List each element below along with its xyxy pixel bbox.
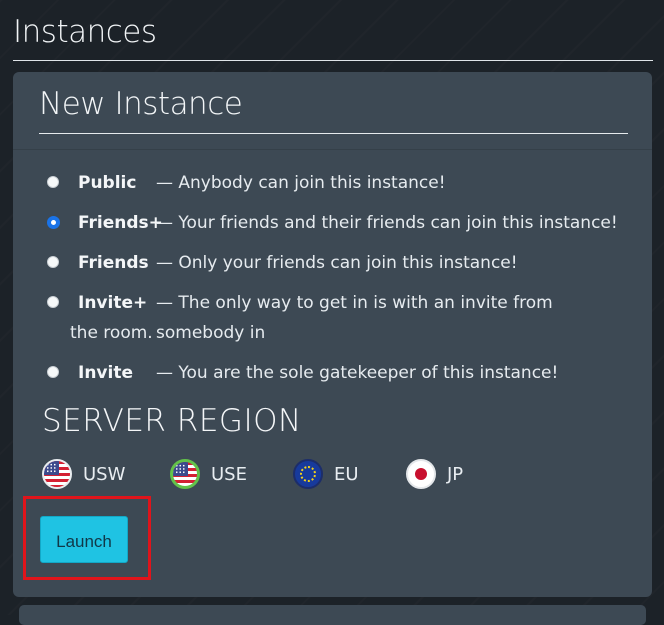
page-title: Instances <box>13 14 157 50</box>
radio-friends[interactable] <box>47 256 59 268</box>
region-label: JP <box>447 463 464 485</box>
option-description: — You are the sole gatekeeper of this in… <box>156 363 559 383</box>
panel-heading-divider <box>39 133 628 134</box>
eu-flag-icon[interactable] <box>293 459 323 489</box>
server-region-heading: SERVER REGION <box>42 403 302 439</box>
jp-flag-icon[interactable] <box>406 459 436 489</box>
radio-friends-plus[interactable] <box>47 216 60 229</box>
radio-public[interactable] <box>47 176 59 188</box>
next-panel-edge <box>19 605 646 625</box>
option-description: — Anybody can join this instance! <box>156 173 446 193</box>
radio-invite-plus[interactable] <box>47 296 59 308</box>
option-description: — The only way to get in is with an invi… <box>156 293 553 343</box>
us-flag-icon[interactable] <box>170 459 200 489</box>
option-label: Invite <box>78 363 133 383</box>
option-description-continued: the room. <box>70 323 153 343</box>
option-description: — Your friends and their friends can joi… <box>156 213 618 233</box>
region-label: USE <box>211 463 247 485</box>
option-label: Invite+ <box>78 293 148 313</box>
title-divider <box>13 60 653 61</box>
region-label: USW <box>83 463 126 485</box>
option-description: — Only your friends can join this instan… <box>156 253 518 273</box>
region-eu[interactable]: EU <box>293 458 359 490</box>
panel-heading: New Instance <box>39 86 243 122</box>
radio-invite[interactable] <box>47 366 59 378</box>
option-invite-plus[interactable]: Invite+ — The only way to get in is with… <box>47 288 637 348</box>
launch-highlight-box <box>23 496 151 580</box>
region-usw[interactable]: USW <box>42 458 125 490</box>
panel-section-divider <box>13 149 652 150</box>
region-jp[interactable]: JP <box>406 458 463 490</box>
us-flag-icon[interactable] <box>42 459 72 489</box>
option-label: Friends+ <box>78 213 163 233</box>
option-label: Friends <box>78 253 149 273</box>
region-label: EU <box>334 463 359 485</box>
region-use[interactable]: USE <box>170 458 247 490</box>
option-label: Public <box>78 173 137 193</box>
